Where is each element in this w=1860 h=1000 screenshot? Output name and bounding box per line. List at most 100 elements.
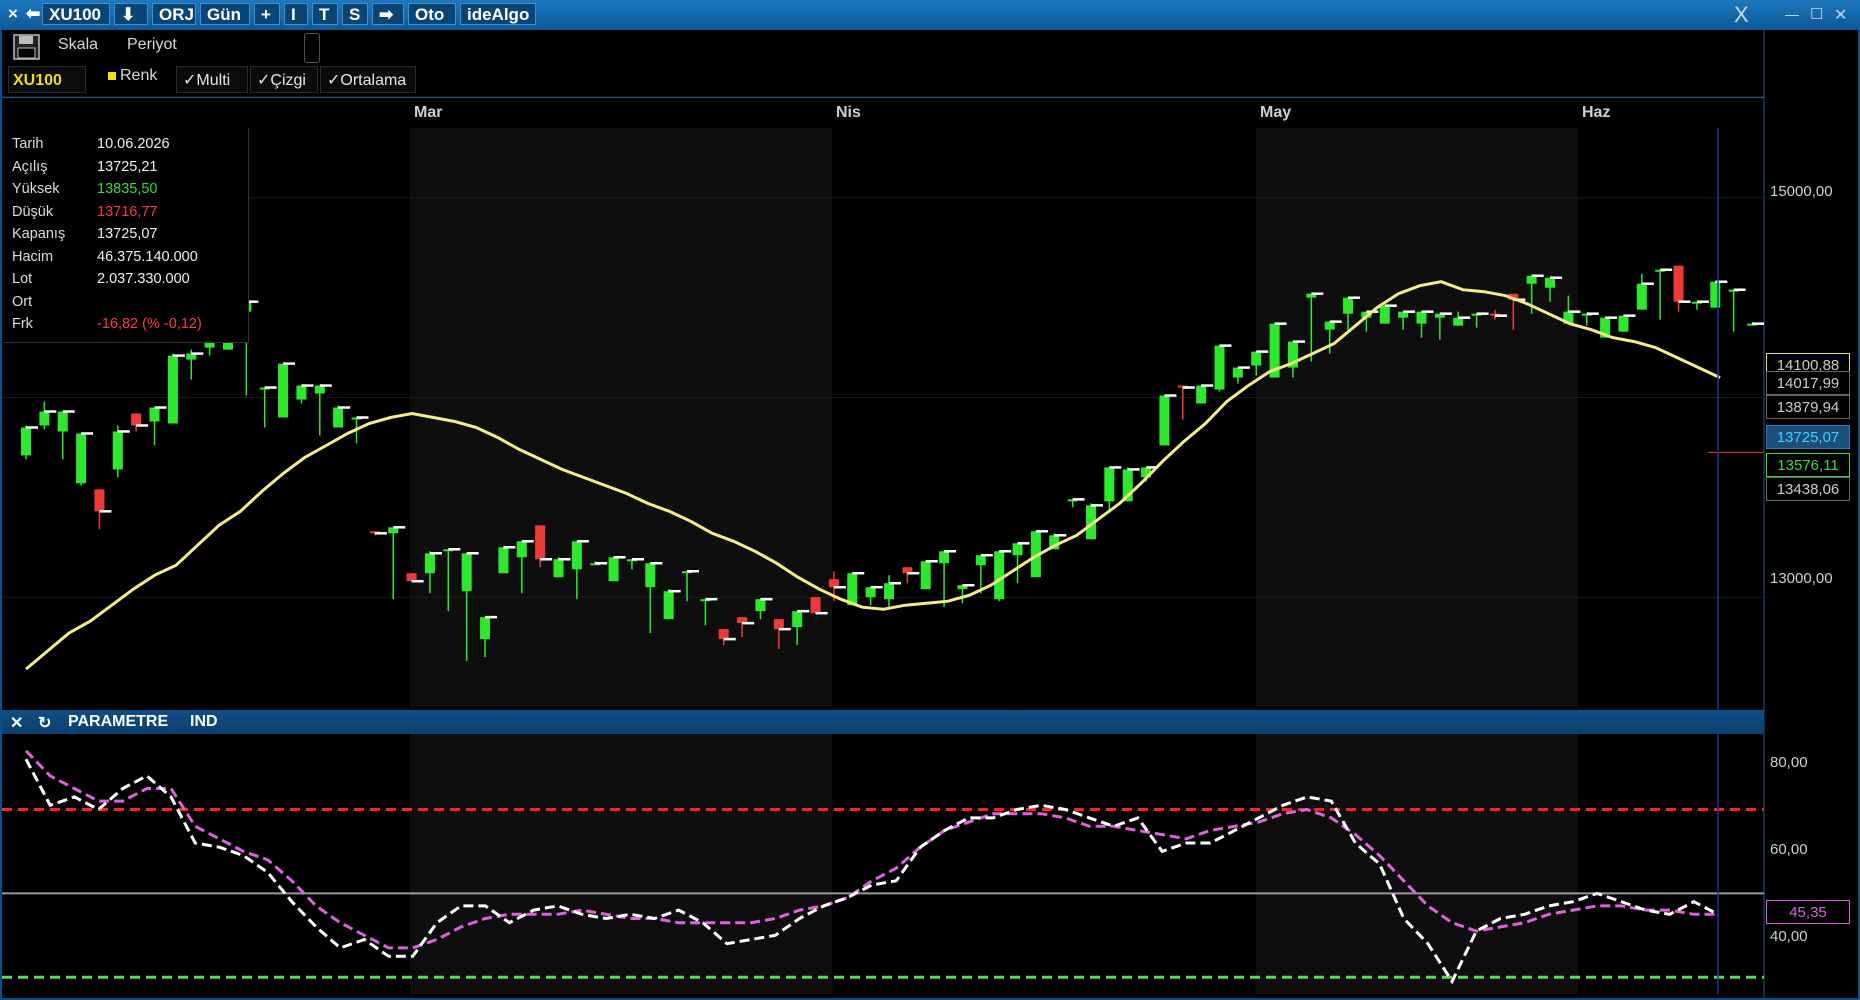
candle-body <box>424 553 435 574</box>
candle-body <box>884 583 894 600</box>
month-band <box>1256 128 1578 707</box>
candle-body <box>810 597 821 614</box>
candle-body <box>1379 305 1390 324</box>
candle-body <box>278 363 289 418</box>
info-value: -16,82 (% -0,12) <box>97 316 202 332</box>
ind-button[interactable]: IND <box>190 713 218 731</box>
candle-body <box>480 617 491 640</box>
candle-body <box>167 355 178 424</box>
info-row: Yüksek 13835,50 <box>12 181 248 203</box>
candle-body <box>333 407 344 428</box>
candle-body <box>755 599 766 612</box>
indicator-tick-label: 60,00 <box>1770 841 1808 858</box>
info-value: 13725,21 <box>97 158 158 175</box>
info-row: Lot 2.037.330.000 <box>12 271 248 293</box>
price-tag: 14017,99 <box>1766 371 1850 395</box>
info-key: Lot <box>12 271 33 287</box>
info-row: Kapanış 13725,07 <box>12 226 248 248</box>
candle-body <box>608 557 619 582</box>
info-value: 13835,50 <box>97 181 158 197</box>
price-chart[interactable] <box>0 0 1860 1000</box>
candle-body <box>535 525 546 560</box>
price-tag: 13576,11 <box>1766 453 1850 477</box>
month-band <box>1578 734 1764 994</box>
candle-body <box>865 587 876 598</box>
month-band <box>2 734 410 994</box>
month-band <box>410 734 832 994</box>
info-row: Tarih 10.06.2026 <box>12 136 248 158</box>
candle-body <box>553 559 564 578</box>
month-band <box>410 128 832 707</box>
candle-body <box>1214 345 1225 390</box>
info-key: Tarih <box>12 136 44 152</box>
candle-body <box>1618 315 1629 332</box>
candle-body <box>645 563 656 588</box>
candle-body <box>994 551 1005 600</box>
candle-body <box>112 431 123 470</box>
close-indicator-icon[interactable]: ✕ <box>10 713 23 733</box>
candle-body <box>1710 281 1721 308</box>
candle-body <box>1636 283 1647 310</box>
candle-body <box>57 411 68 432</box>
candle-body <box>149 407 160 422</box>
info-key: Hacim <box>12 248 54 265</box>
price-tag: 13879,94 <box>1766 395 1850 419</box>
candle-body <box>516 541 527 558</box>
month-band <box>832 734 1256 994</box>
candle-body <box>1545 277 1556 288</box>
price-tick-label: 13000,00 <box>1770 570 1833 587</box>
info-row: Düşük 13716,77 <box>12 204 248 226</box>
indicator-header: ✕ ↻ PARAMETRE IND <box>2 710 1764 734</box>
month-band <box>832 128 1256 707</box>
info-value: 13716,77 <box>97 203 158 220</box>
candle-body <box>975 555 986 566</box>
candle-body <box>939 551 950 564</box>
candle-body <box>498 547 509 574</box>
candle-body <box>847 573 858 606</box>
candle-body <box>773 619 784 630</box>
candle-body <box>1251 351 1262 366</box>
candle-body <box>920 561 931 590</box>
indicator-value-tag: 45,35 <box>1766 900 1850 924</box>
refresh-icon[interactable]: ↻ <box>38 713 51 733</box>
candle-body <box>1012 543 1023 556</box>
candle-body <box>94 489 105 512</box>
candle-body <box>39 411 50 426</box>
info-value: 10.06.2026 <box>97 136 170 152</box>
candle-body <box>1104 467 1115 502</box>
info-row: Ort <box>12 294 248 316</box>
candle-body <box>1196 385 1207 404</box>
candle-body <box>1159 395 1170 446</box>
price-tag: 13438,06 <box>1766 477 1850 501</box>
info-key: Yüksek <box>12 181 60 197</box>
candle-body <box>21 427 31 456</box>
candle-body <box>1343 297 1354 314</box>
indicator-tick-label: 40,00 <box>1770 928 1808 945</box>
info-key: Frk <box>12 316 33 332</box>
candle-body <box>296 385 307 400</box>
info-value: 2.037.330.000 <box>97 271 190 287</box>
info-row: Hacim 46.375.140.000 <box>12 249 248 271</box>
info-key: Kapanış <box>12 226 66 242</box>
info-row: Açılış 13725,21 <box>12 159 248 181</box>
price-tick-label: 15000,00 <box>1770 183 1833 200</box>
candle-body <box>1232 367 1243 378</box>
price-tag: 13725,07 <box>1766 425 1850 449</box>
candle-body <box>131 413 142 426</box>
info-key: Açılış <box>12 158 48 175</box>
candle-body <box>571 541 582 570</box>
info-row: Frk -16,82 (% -0,12) <box>12 316 248 338</box>
month-band <box>1256 734 1578 994</box>
candle-body <box>792 611 803 628</box>
info-key: Düşük <box>12 203 54 220</box>
month-band <box>1578 128 1764 707</box>
info-value: 46.375.140.000 <box>97 248 198 265</box>
indicator-tick-label: 80,00 <box>1770 754 1808 771</box>
ohlc-info-panel: Tarih 10.06.2026 Açılış 13725,21 Yüksek 13835… <box>4 128 249 343</box>
parametre-button[interactable]: PARAMETRE <box>68 713 168 731</box>
info-value: 13725,07 <box>97 226 158 242</box>
candle-body <box>663 591 674 620</box>
candle-body <box>461 553 472 592</box>
info-key: Ort <box>12 293 33 310</box>
candle-body <box>1416 311 1427 324</box>
